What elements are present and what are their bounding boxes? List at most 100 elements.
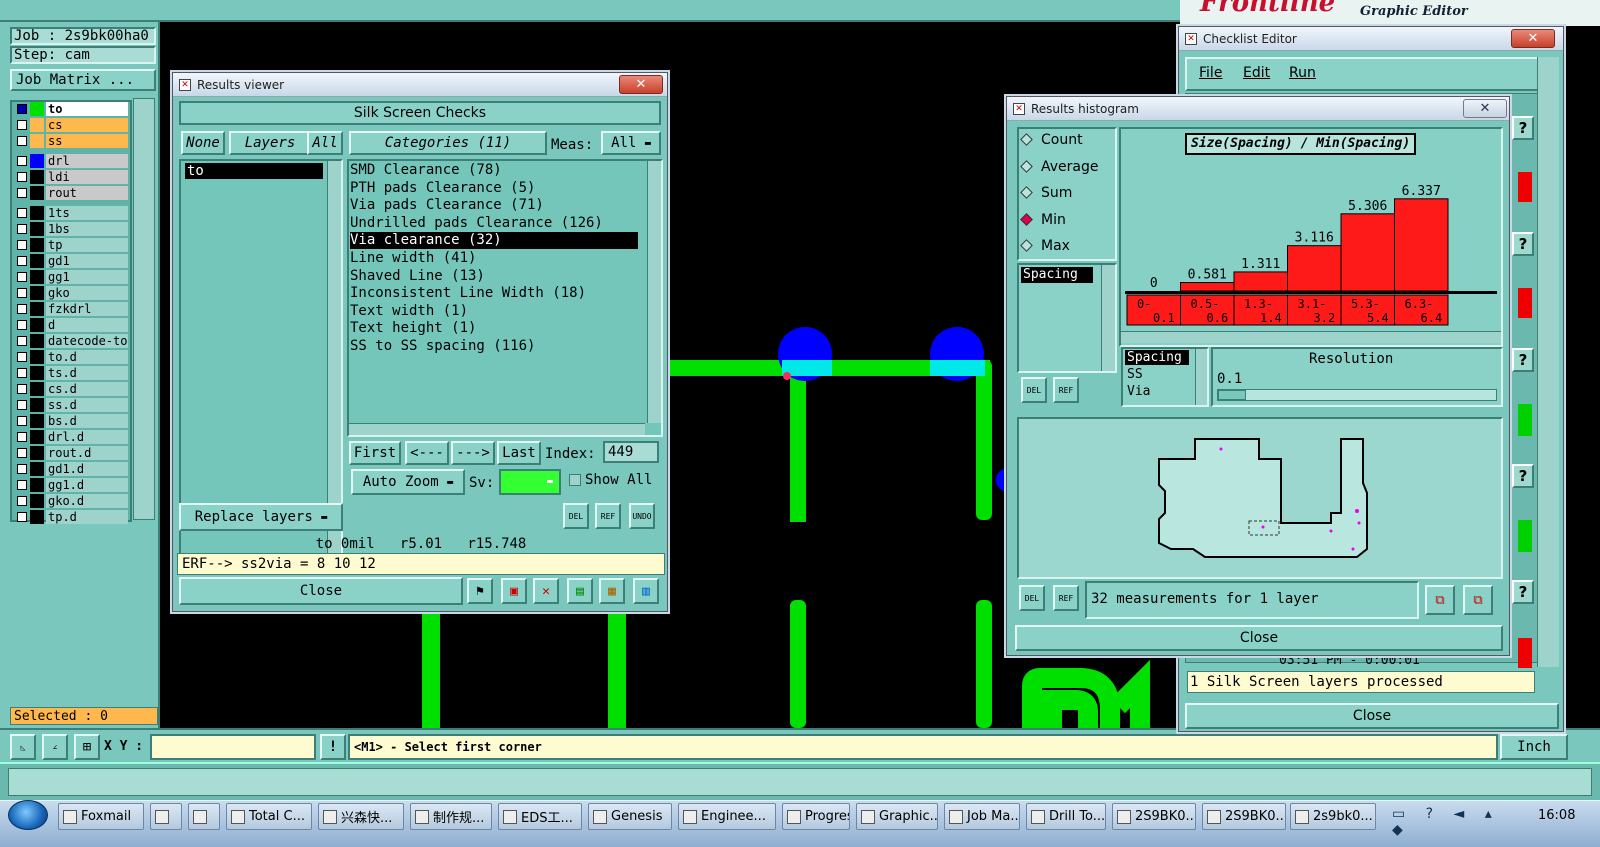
menu-run[interactable]: Run bbox=[1289, 65, 1316, 81]
layers-button[interactable]: Layers bbox=[229, 131, 311, 155]
layer-color-swatch[interactable] bbox=[30, 102, 44, 116]
layer-color-swatch[interactable] bbox=[30, 302, 44, 316]
xy-input[interactable] bbox=[150, 734, 316, 760]
layer-checkbox[interactable] bbox=[17, 256, 27, 266]
menu-edit[interactable]: Edit bbox=[1243, 65, 1270, 81]
layer-checkbox[interactable] bbox=[17, 384, 27, 394]
layer-checkbox[interactable] bbox=[17, 464, 27, 474]
spacing-list-2[interactable]: Spacing SS Via bbox=[1121, 347, 1209, 407]
histogram-bar[interactable] bbox=[1340, 213, 1395, 292]
measure-icon[interactable]: ◺ bbox=[10, 734, 36, 760]
job-matrix-button[interactable]: Job Matrix ... bbox=[10, 69, 156, 91]
category-item[interactable]: Undrilled pads Clearance (126) bbox=[350, 215, 603, 232]
meas-dropdown[interactable]: All ▬ bbox=[601, 131, 661, 155]
taskbar-item[interactable]: 兴森快... bbox=[318, 803, 404, 830]
taskbar-item[interactable]: EDS工... bbox=[498, 803, 582, 830]
chart-hscroll[interactable] bbox=[1121, 331, 1501, 343]
help-icon[interactable]: ? bbox=[1512, 116, 1534, 140]
radio-max[interactable]: Max bbox=[1020, 238, 1070, 254]
taskbar-item[interactable] bbox=[188, 803, 220, 830]
layer-checkbox[interactable] bbox=[17, 448, 27, 458]
histogram-bar[interactable] bbox=[1394, 198, 1449, 292]
del-icon[interactable]: DEL bbox=[1021, 377, 1047, 403]
taskbar-item[interactable]: Genesis bbox=[588, 803, 672, 830]
layer-color-swatch[interactable] bbox=[30, 270, 44, 284]
layer-color-swatch[interactable] bbox=[30, 170, 44, 184]
layer-row[interactable]: to.d bbox=[14, 350, 128, 364]
category-item[interactable]: Text height (1) bbox=[350, 320, 476, 337]
layer-color-swatch[interactable] bbox=[30, 414, 44, 428]
layer-row[interactable]: bs.d bbox=[14, 414, 128, 428]
layer-color-swatch[interactable] bbox=[30, 238, 44, 252]
layer-checkbox[interactable] bbox=[17, 240, 27, 250]
layer-row[interactable]: ts.d bbox=[14, 366, 128, 380]
export-icon[interactable]: ▣ bbox=[501, 578, 527, 604]
layer-row[interactable]: ldi bbox=[14, 170, 128, 184]
layer-checkbox[interactable] bbox=[17, 272, 27, 282]
last-button[interactable]: Last bbox=[497, 441, 541, 465]
spacing-list-scroll[interactable] bbox=[1101, 265, 1115, 371]
radio-diamond-icon[interactable] bbox=[1020, 133, 1033, 146]
categories-vscroll[interactable] bbox=[647, 161, 661, 423]
slider-thumb[interactable] bbox=[1218, 390, 1246, 400]
taskbar-item[interactable]: Graphic... bbox=[856, 803, 938, 830]
checklist-vscroll[interactable] bbox=[1537, 57, 1559, 667]
category-item[interactable]: SS to SS spacing (116) bbox=[350, 338, 535, 355]
spacing-list-item[interactable]: Spacing bbox=[1021, 267, 1093, 283]
index-field[interactable]: 449 bbox=[603, 441, 659, 463]
radio-diamond-icon[interactable] bbox=[1020, 212, 1033, 226]
help-icon[interactable]: ? bbox=[1512, 348, 1534, 372]
results-viewer-titlebar[interactable]: ✕ Results viewer bbox=[173, 73, 667, 97]
del-icon[interactable]: DEL bbox=[563, 503, 589, 529]
layer-color-swatch[interactable] bbox=[30, 398, 44, 412]
close-icon[interactable]: ✕ bbox=[1511, 29, 1555, 48]
layer-color-swatch[interactable] bbox=[30, 430, 44, 444]
layer-color-swatch[interactable] bbox=[30, 318, 44, 332]
layer-row[interactable]: gd1 bbox=[14, 254, 128, 268]
help-icon[interactable]: ? bbox=[1512, 464, 1534, 488]
layer-row[interactable]: to bbox=[14, 102, 128, 116]
layer-color-swatch[interactable] bbox=[30, 334, 44, 348]
taskbar-item[interactable]: Job Ma... bbox=[944, 803, 1020, 830]
layer-row[interactable]: rout bbox=[14, 186, 128, 200]
layer-checkbox[interactable] bbox=[17, 224, 27, 234]
sv-color-dropdown[interactable]: ▬ bbox=[499, 469, 561, 495]
radio-diamond-icon[interactable] bbox=[1020, 186, 1033, 199]
layer-row[interactable]: 1bs bbox=[14, 222, 128, 236]
layer-color-swatch[interactable] bbox=[30, 462, 44, 476]
auto-zoom-dropdown[interactable]: Auto Zoom ▬ bbox=[351, 469, 465, 495]
alert-icon[interactable]: ! bbox=[320, 734, 346, 760]
layer-color-swatch[interactable] bbox=[30, 494, 44, 508]
histogram-bar[interactable] bbox=[1180, 282, 1235, 292]
layer-checkbox[interactable] bbox=[17, 156, 27, 166]
close-icon[interactable]: ✕ bbox=[1463, 99, 1507, 118]
histogram-titlebar[interactable]: ✕ Results histogram bbox=[1007, 97, 1509, 121]
layer-row[interactable]: d bbox=[14, 318, 128, 332]
layer-row[interactable]: drl.d bbox=[14, 430, 128, 444]
menu-file[interactable]: File bbox=[1199, 65, 1222, 81]
layer-row[interactable]: ss.d bbox=[14, 398, 128, 412]
layer-checkbox[interactable] bbox=[17, 352, 27, 362]
layer-row[interactable]: 1ts bbox=[14, 206, 128, 220]
del-icon[interactable]: DEL bbox=[1019, 585, 1045, 611]
layer-color-swatch[interactable] bbox=[30, 286, 44, 300]
show-all-checkbox[interactable] bbox=[569, 474, 581, 486]
checklist-titlebar[interactable]: ✕ Checklist Editor bbox=[1179, 27, 1563, 51]
layer-color-swatch[interactable] bbox=[30, 254, 44, 268]
taskbar-item[interactable]: Drill To... bbox=[1026, 803, 1106, 830]
layer-checkbox[interactable] bbox=[17, 496, 27, 506]
taskbar-item[interactable]: 2S9BK0... bbox=[1112, 803, 1196, 830]
layer-checkbox[interactable] bbox=[17, 208, 27, 218]
layer-color-swatch[interactable] bbox=[30, 350, 44, 364]
category-item[interactable]: SMD Clearance (78) bbox=[350, 162, 502, 179]
layer-checkbox[interactable] bbox=[17, 400, 27, 410]
layer-color-swatch[interactable] bbox=[30, 478, 44, 492]
layer-checkbox[interactable] bbox=[17, 172, 27, 182]
board-preview[interactable] bbox=[1017, 417, 1503, 579]
categories-button[interactable]: Categories (11) bbox=[349, 131, 547, 155]
erf-cross-icon[interactable]: ✕ bbox=[533, 578, 559, 604]
layer-row[interactable]: gko.d bbox=[14, 494, 128, 508]
spacing-list[interactable]: Spacing bbox=[1017, 263, 1117, 373]
radio-count[interactable]: Count bbox=[1020, 132, 1083, 148]
taskbar-item[interactable]: 2S9BK0... bbox=[1202, 803, 1286, 830]
